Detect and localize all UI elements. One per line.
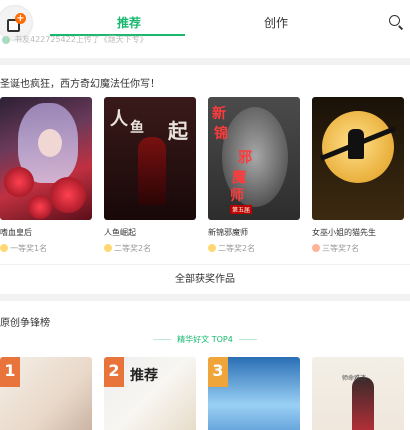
award-text: 三等奖7名 bbox=[322, 244, 360, 253]
award-text: 二等奖2名 bbox=[218, 244, 256, 253]
tab-create[interactable]: 创作 bbox=[264, 14, 288, 31]
book-cover[interactable]: 新 锦 邪 魔 师 第五届 bbox=[208, 97, 300, 220]
divider-line bbox=[153, 339, 172, 340]
award-label: 一等奖1名 bbox=[0, 243, 92, 254]
award-section-title: 圣诞也疯狂，西方奇幻魔法任你写！ bbox=[0, 79, 160, 90]
medal-icon bbox=[312, 244, 320, 252]
cover-title-char: 人 bbox=[110, 109, 128, 130]
cover-title: 师命难违 bbox=[342, 375, 367, 382]
cover-title-char: 师 bbox=[230, 188, 244, 204]
medal-icon bbox=[104, 244, 112, 252]
award-label: 三等奖7名 bbox=[312, 243, 404, 254]
cover-title-char: 锦 bbox=[214, 126, 228, 142]
notice-text: 书友422725422上传了《题天下专》 bbox=[14, 35, 148, 44]
ranked-book-3[interactable]: 3 bbox=[208, 357, 300, 430]
upload-notice[interactable]: 书友422725422上传了《题天下专》 bbox=[0, 34, 220, 48]
book-title: 女巫小姐的猫先生 bbox=[312, 228, 376, 237]
cover-art-figure bbox=[138, 137, 166, 205]
rank-badge: 3 bbox=[208, 357, 228, 387]
cover-title-char: 邪 bbox=[238, 150, 252, 166]
award-label: 二等奖2名 bbox=[208, 243, 300, 254]
cover-title-char: 鱼 bbox=[130, 120, 144, 136]
cover-art-rose bbox=[4, 167, 34, 197]
divider-line bbox=[238, 339, 257, 340]
award-text: 一等奖1名 bbox=[10, 244, 48, 253]
cover-art-rose bbox=[28, 195, 52, 219]
book-title: 人鱼崛起 bbox=[104, 228, 136, 237]
award-book-2[interactable]: 人 鱼 起 人鱼崛起 二等奖2名 bbox=[104, 97, 196, 254]
cover-title-char: 新 bbox=[212, 106, 226, 122]
tab-recommend[interactable]: 推荐 bbox=[117, 14, 141, 31]
section-divider bbox=[0, 58, 410, 65]
book-cover[interactable] bbox=[312, 97, 404, 220]
cover-art-rose bbox=[50, 177, 86, 213]
ranked-book-1[interactable]: 1 bbox=[0, 357, 92, 430]
book-title: 新锦邪魔师 bbox=[208, 228, 248, 237]
search-icon[interactable] bbox=[389, 15, 400, 26]
ranked-book-4[interactable]: 师命难违 bbox=[312, 357, 404, 430]
cover-tag: 第五届 bbox=[230, 205, 253, 214]
award-book-4[interactable]: 女巫小姐的猫先生 三等奖7名 bbox=[312, 97, 404, 254]
rank-badge: 2 bbox=[104, 357, 124, 387]
book-cover[interactable]: 人 鱼 起 bbox=[104, 97, 196, 220]
ranked-book-2[interactable]: 2 推荐 bbox=[104, 357, 196, 430]
cover-art-figure bbox=[352, 377, 374, 430]
medal-icon bbox=[0, 244, 8, 252]
ranking-section-title: 原创争锋榜 bbox=[0, 318, 50, 329]
all-award-works-link[interactable]: 全部获奖作品 bbox=[0, 264, 410, 294]
award-label: 二等奖2名 bbox=[104, 243, 196, 254]
cover-art-face bbox=[38, 129, 62, 157]
plus-badge-icon: + bbox=[15, 13, 26, 24]
award-text: 二等奖2名 bbox=[114, 244, 152, 253]
book-title: 嗜血皇后 bbox=[0, 228, 32, 237]
top4-subtitle-text: 精华好文 TOP4 bbox=[177, 335, 233, 344]
medal-icon bbox=[208, 244, 216, 252]
cover-title-char: 魔 bbox=[232, 170, 246, 186]
cover-title: 推荐 bbox=[130, 368, 158, 384]
award-book-1[interactable]: 嗜血皇后 一等奖1名 bbox=[0, 97, 92, 254]
section-divider bbox=[0, 294, 410, 301]
cover-title-char: 起 bbox=[168, 119, 188, 143]
rank-badge: 1 bbox=[0, 357, 20, 387]
book-cover[interactable] bbox=[0, 97, 92, 220]
top4-subtitle: 精华好文 TOP4 bbox=[0, 334, 410, 345]
user-avatar-icon bbox=[2, 35, 10, 44]
award-book-3[interactable]: 新 锦 邪 魔 师 第五届 新锦邪魔师 二等奖2名 bbox=[208, 97, 300, 254]
